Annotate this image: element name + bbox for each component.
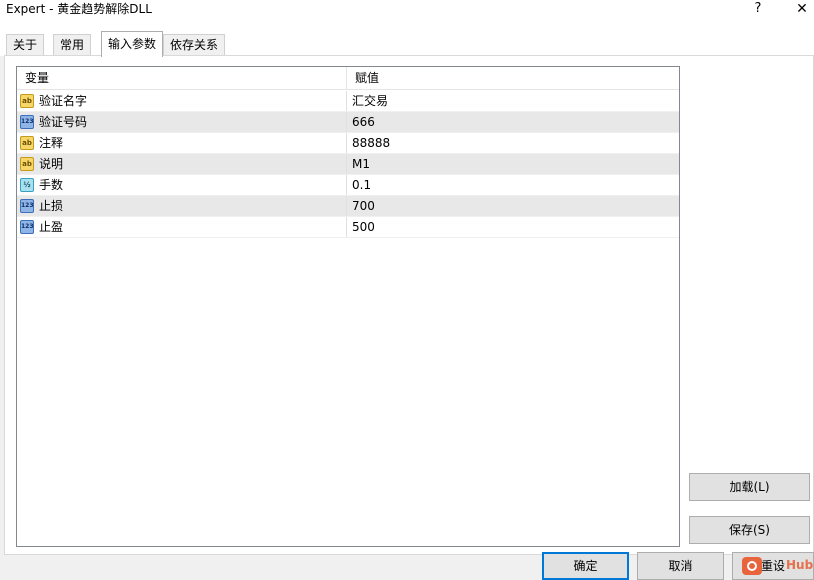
table-row[interactable]: ab 验证名字 汇交易: [17, 91, 679, 112]
tab-strip: 关于 常用 输入参数 依存关系: [0, 20, 814, 57]
variable-name: 说明: [17, 154, 347, 174]
save-button[interactable]: 保存(S): [689, 516, 810, 544]
variable-name: 手数: [17, 175, 347, 195]
grid-rows: ab 验证名字 汇交易 123 验证号码 666 ab 注释 88888 ab …: [17, 91, 679, 238]
tab-dependencies[interactable]: 依存关系: [163, 34, 226, 56]
table-row[interactable]: 123 验证号码 666: [17, 112, 679, 133]
close-button[interactable]: ✕: [786, 0, 814, 20]
variable-value[interactable]: 700: [348, 196, 679, 216]
table-row[interactable]: 123 止盈 500: [17, 217, 679, 238]
variable-value[interactable]: 0.1: [348, 175, 679, 195]
variable-value[interactable]: 汇交易: [348, 91, 679, 111]
table-row[interactable]: 123 止损 700: [17, 196, 679, 217]
reset-button[interactable]: 重设: [732, 552, 814, 580]
column-header-variable[interactable]: 变量: [17, 67, 347, 89]
tab-about[interactable]: 关于: [6, 34, 45, 56]
input-parameters-grid[interactable]: 变量 赋值 ab 验证名字 汇交易 123 验证号码 666 ab 注释 888…: [16, 66, 680, 547]
ok-button[interactable]: 确定: [542, 552, 629, 580]
table-row[interactable]: ab 注释 88888: [17, 133, 679, 154]
grid-header: 变量 赋值: [17, 67, 679, 90]
window-title: Expert - 黄金趋势解除DLL: [6, 2, 152, 16]
title-bar: Expert - 黄金趋势解除DLL ? ✕: [0, 0, 814, 20]
variable-name: 止损: [17, 196, 347, 216]
help-button[interactable]: ?: [742, 0, 774, 20]
variable-value[interactable]: 666: [348, 112, 679, 132]
cancel-button[interactable]: 取消: [637, 552, 724, 580]
column-header-value[interactable]: 赋值: [347, 67, 679, 89]
tab-inputs[interactable]: 输入参数: [101, 31, 164, 57]
variable-value[interactable]: 88888: [348, 133, 679, 153]
table-row[interactable]: ab 说明 M1: [17, 154, 679, 175]
tab-common[interactable]: 常用: [53, 34, 92, 56]
load-button[interactable]: 加载(L): [689, 473, 810, 501]
variable-name: 止盈: [17, 217, 347, 237]
variable-name: 验证号码: [17, 112, 347, 132]
variable-value[interactable]: 500: [348, 217, 679, 237]
variable-name: 注释: [17, 133, 347, 153]
expert-properties-window: Expert - 黄金趋势解除DLL ? ✕ 关于 常用 输入参数 依存关系 变…: [0, 0, 814, 580]
variable-name: 验证名字: [17, 91, 347, 111]
table-row[interactable]: ½ 手数 0.1: [17, 175, 679, 196]
variable-value[interactable]: M1: [348, 154, 679, 174]
